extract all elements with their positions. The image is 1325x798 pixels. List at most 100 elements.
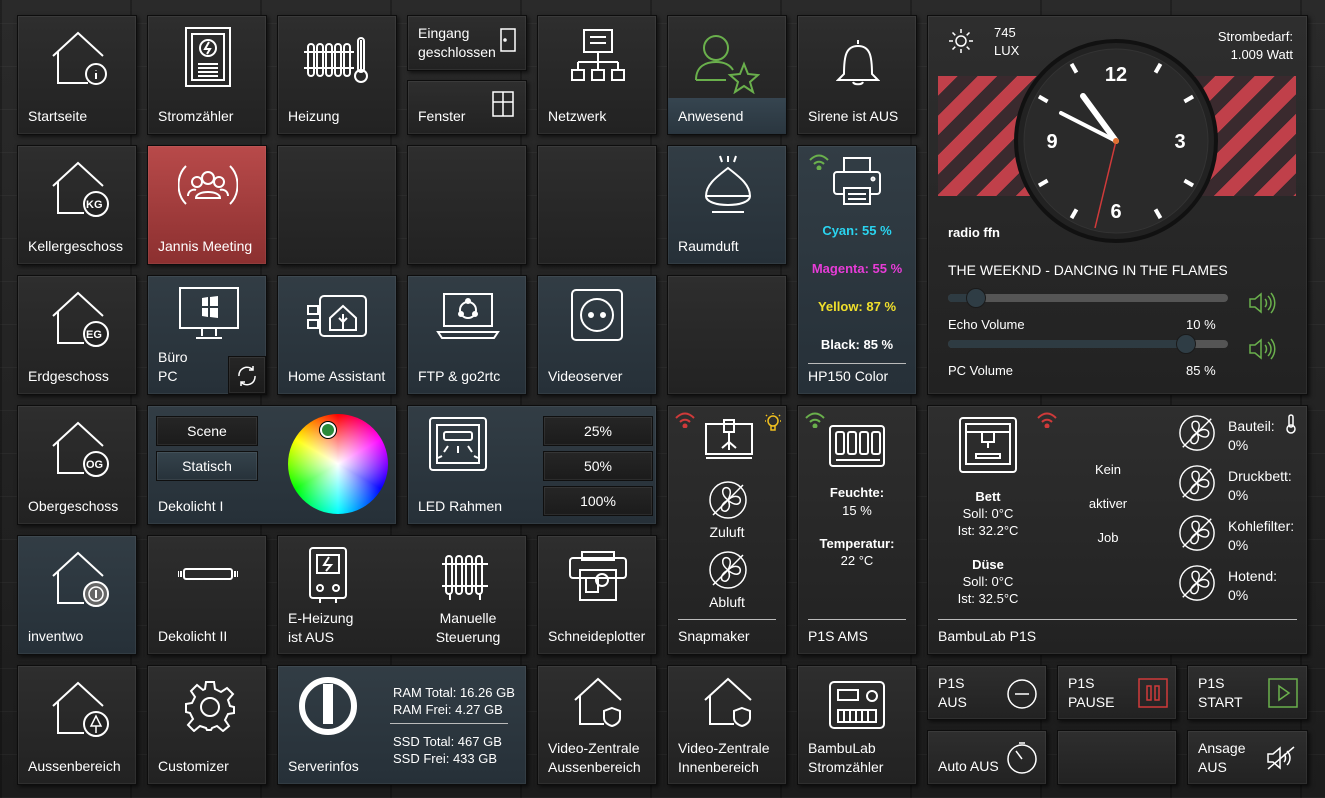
fan-off-icon (1178, 514, 1216, 552)
user-star-icon (694, 32, 760, 94)
abluft-label: Abluft (709, 594, 745, 610)
p1s-start-button[interactable]: P1S START (1187, 665, 1308, 720)
tile-kellergeschoss[interactable]: KG Kellergeschoss (17, 145, 137, 265)
tile-bambu-stromzaehler[interactable]: BambuLab Stromzähler (797, 665, 917, 785)
tile-label: Snapmaker (678, 628, 750, 644)
tile-videoserver[interactable]: Videoserver (537, 275, 657, 395)
house-shield-icon (702, 676, 756, 730)
brightness-100-button[interactable]: 100% (543, 486, 653, 516)
p1s-pause-button[interactable]: P1S PAUSE (1057, 665, 1177, 720)
kg-badge: KG (86, 199, 103, 211)
tile-label: Anwesend (678, 108, 744, 124)
tile-video-innen[interactable]: Video-Zentrale Innenbereich (667, 665, 787, 785)
door-icon (500, 28, 516, 52)
tile-label: Schneideplotter (548, 628, 646, 644)
pause-icon (1138, 678, 1168, 708)
printer-icon (832, 156, 882, 206)
timer-icon (1006, 741, 1038, 775)
tile-video-aussen[interactable]: Video-Zentrale Aussenbereich (537, 665, 657, 785)
analog-clock: 12 3 6 9 (1013, 38, 1219, 244)
divider (938, 619, 1297, 620)
job-status-3: Job (1097, 530, 1119, 545)
led-frame-icon (428, 416, 488, 472)
tile-serverinfos[interactable]: Serverinfos RAM Total: 16.26 GB RAM Frei… (277, 665, 527, 785)
tile-buero-pc[interactable]: Büro PC (147, 275, 267, 395)
tile-obergeschoss[interactable]: OG Obergeschoss (17, 405, 137, 525)
druckbett-value: 0% (1228, 487, 1249, 503)
minus-circle-icon (1006, 678, 1038, 710)
tile-fenster[interactable]: Fenster (407, 80, 527, 135)
pc-volume-knob[interactable] (1176, 334, 1196, 354)
color-wheel-picker[interactable] (320, 422, 336, 438)
tile-schneideplotter[interactable]: Schneideplotter (537, 535, 657, 655)
house-info-icon (48, 28, 108, 90)
og-badge: OG (86, 459, 104, 471)
tile-home-assistant[interactable]: Home Assistant (277, 275, 397, 395)
tile-label: Videoserver (548, 368, 623, 384)
radio-station: radio ffn (948, 225, 1000, 240)
buero-label: Büro PC (158, 349, 188, 384)
echo-volume-slider[interactable] (948, 288, 1228, 308)
tile-empty (1057, 730, 1177, 785)
bell-icon (836, 38, 880, 86)
echo-volume-knob[interactable] (966, 288, 986, 308)
tile-empty (277, 145, 397, 265)
speaker-icon[interactable] (1248, 338, 1276, 360)
wifi-icon (674, 412, 696, 428)
tile-eingang[interactable]: Eingang geschlossen (407, 15, 527, 71)
hotend-label: Hotend: (1228, 568, 1278, 584)
diffuser-icon (702, 154, 754, 216)
tile-dekolicht-1[interactable]: Scene Statisch Dekolicht I (147, 405, 397, 525)
tile-heizung[interactable]: Heizung (277, 15, 397, 135)
tile-erdgeschoss[interactable]: EG Erdgeschoss (17, 275, 137, 395)
p1s-aus-label: P1S AUS (938, 675, 967, 710)
tile-snapmaker[interactable]: Zuluft Abluft Snapmaker (667, 405, 787, 655)
tile-bambulab-p1s[interactable]: Bett Soll: 0°C Ist: 32.2°C Düse Soll: 0°… (927, 405, 1308, 655)
tile-printer[interactable]: Cyan: 55 % Magenta: 55 % Yellow: 87 % Bl… (797, 145, 917, 395)
tile-inventwo[interactable]: inventwo (17, 535, 137, 655)
tile-led-rahmen[interactable]: LED Rahmen 25% 50% 100% (407, 405, 657, 525)
eingang-label: Eingang geschlossen (418, 25, 496, 60)
brightness-25-button[interactable]: 25% (543, 416, 653, 446)
tile-empty (667, 275, 787, 395)
window-icon (492, 91, 514, 117)
tile-p1s-ams[interactable]: Feuchte: 15 % Temperatur: 22 °C P1S AMS (797, 405, 917, 655)
fan-off-icon (1178, 464, 1216, 502)
duese-label: Düse (972, 557, 1004, 572)
statisch-button[interactable]: Statisch (156, 451, 258, 481)
tile-aussenbereich[interactable]: Aussenbereich (17, 665, 137, 785)
ansage-aus-button[interactable]: Ansage AUS (1187, 730, 1308, 785)
pc-volume-slider[interactable] (948, 334, 1228, 354)
tile-anwesend[interactable]: Anwesend (667, 15, 787, 135)
tile-dekolicht-2[interactable]: Dekolicht II (147, 535, 267, 655)
meter-box-icon (828, 680, 886, 730)
track-title: THE WEEKND - DANCING IN THE FLAMES (948, 262, 1228, 278)
brightness-50-button[interactable]: 50% (543, 451, 653, 481)
tile-eheizung[interactable]: E-Heizung ist AUS Manuelle Steuerung (277, 535, 527, 655)
refresh-button[interactable] (228, 356, 266, 394)
auto-aus-button[interactable]: Auto AUS (927, 730, 1047, 785)
tile-label: P1S AMS (808, 628, 868, 644)
duese-soll: Soll: 0°C (962, 574, 1014, 589)
tile-jannis-meeting[interactable]: Jannis Meeting (147, 145, 267, 265)
p1s-aus-button[interactable]: P1S AUS (927, 665, 1047, 720)
video-aussen-label: Video-Zentrale Aussenbereich (548, 740, 641, 775)
tile-sirene[interactable]: Sirene ist AUS (797, 15, 917, 135)
tile-startseite[interactable]: Startseite (17, 15, 137, 135)
radiator-thermometer-icon (304, 36, 374, 86)
tile-ftp[interactable]: FTP & go2rtc (407, 275, 527, 395)
tile-raumduft[interactable]: Raumduft (667, 145, 787, 265)
p1s-pause-label: P1S PAUSE (1068, 675, 1115, 710)
tile-stromzaehler[interactable]: Stromzähler (147, 15, 267, 135)
color-wheel[interactable] (288, 414, 388, 514)
job-status-2: aktiver (1088, 496, 1128, 511)
scene-button[interactable]: Scene (156, 416, 258, 446)
pc-volume-fill (948, 340, 1186, 348)
tile-netzwerk[interactable]: Netzwerk (537, 15, 657, 135)
kohlefilter-value: 0% (1228, 537, 1249, 553)
tile-customizer[interactable]: Customizer (147, 665, 267, 785)
kohlefilter-label: Kohlefilter: (1228, 518, 1295, 534)
ssd-free: SSD Frei: 433 GB (393, 751, 498, 766)
speaker-icon[interactable] (1248, 292, 1276, 314)
divider (390, 723, 508, 724)
